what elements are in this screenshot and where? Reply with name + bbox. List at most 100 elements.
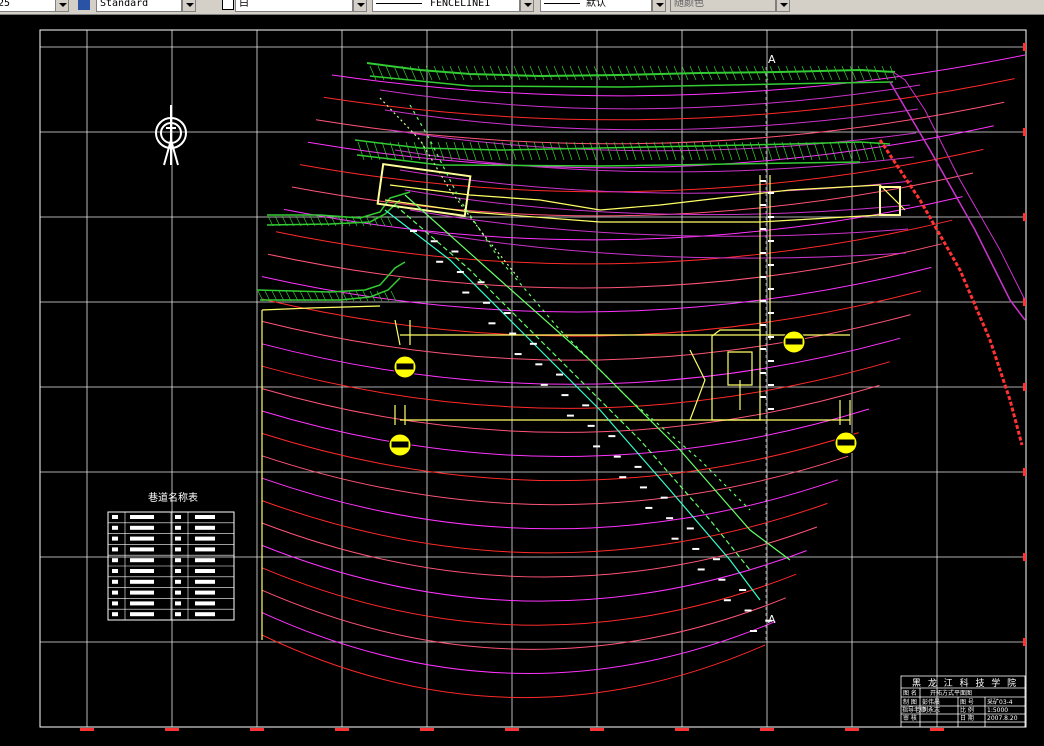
color-swatch-icon[interactable] [222, 0, 234, 10]
layer-dropdown-arrow[interactable] [55, 0, 69, 12]
scale-label: 比 例 [960, 706, 974, 714]
plotstyle-dropdown: 随颜色 [670, 0, 776, 12]
survey-mark [462, 291, 470, 294]
table-cell-index [175, 579, 181, 584]
survey-mark [768, 336, 774, 338]
table-cell-text [130, 579, 154, 584]
frame-tick-bottom [335, 728, 349, 731]
survey-mark [619, 476, 627, 479]
survey-mark [760, 180, 766, 182]
table-cell-text [195, 601, 215, 606]
lineweight-dropdown-arrow[interactable] [652, 0, 666, 12]
survey-mark [686, 527, 694, 530]
linetype-dropdown[interactable]: FENCELINE1 [372, 0, 520, 12]
survey-mark [718, 578, 726, 581]
table-cell-index [175, 536, 181, 541]
survey-mark [768, 240, 774, 242]
frame-tick-right [1023, 553, 1026, 561]
survey-mark [768, 288, 774, 290]
survey-mark [566, 414, 574, 417]
survey-mark [666, 517, 674, 520]
table-cell-text [130, 525, 154, 530]
table-cell-index [175, 612, 181, 617]
frame-tick-bottom [420, 728, 434, 731]
layer-dropdown[interactable]: 25 [0, 0, 56, 12]
section-marker-top: A [768, 53, 776, 66]
survey-mark [645, 506, 653, 509]
frame-tick-bottom [845, 728, 859, 731]
text-style-dropdown-arrow[interactable] [182, 0, 196, 12]
survey-mark [430, 240, 438, 243]
frame-tick-bottom [80, 728, 94, 731]
survey-mark [760, 396, 766, 398]
survey-mark [760, 252, 766, 254]
table-cell-text [195, 525, 215, 530]
survey-mark [561, 394, 569, 397]
table-cell-index [175, 601, 181, 606]
drawing-no: 采矿03-4 [987, 698, 1013, 706]
layer-value: 25 [0, 0, 11, 9]
scale: 1:5000 [987, 707, 1008, 714]
survey-mark [514, 353, 522, 356]
frame-tick-bottom [675, 728, 689, 731]
drawing-canvas[interactable]: A A 巷道名称表 黑 龙 江 科 技 学 院 图 名 开拓方式平面图 制 图 … [0, 15, 1044, 741]
color-dropdown-arrow[interactable] [353, 0, 367, 12]
survey-mark [768, 384, 774, 386]
survey-mark [540, 383, 548, 386]
survey-mark [739, 588, 747, 591]
frame-tick-right [1023, 383, 1026, 391]
survey-mark [503, 312, 511, 315]
reviewer-label: 审 核 [903, 714, 917, 722]
survey-mark [768, 192, 774, 194]
table-cell-index [112, 558, 118, 563]
table-cell-text [195, 569, 215, 573]
text-style-icon[interactable] [78, 0, 90, 10]
survey-mark [760, 348, 766, 350]
table-cell-index [112, 536, 118, 541]
table-cell-index [175, 515, 181, 519]
survey-mark [712, 558, 720, 561]
color-dropdown[interactable]: 白 [235, 0, 353, 12]
section-marker-bottom: A [768, 613, 776, 626]
survey-mark [760, 324, 766, 326]
table-cell-index [112, 612, 118, 617]
linetype-dropdown-arrow[interactable] [520, 0, 534, 12]
date-label: 日 期 [960, 714, 974, 722]
text-style-dropdown[interactable]: Standard [96, 0, 182, 12]
drawing-name-label: 图 名 [903, 689, 917, 697]
table-cell-text [130, 569, 154, 573]
date: 2007.8.20 [987, 715, 1018, 722]
survey-mark [768, 264, 774, 266]
table-cell-text [195, 547, 215, 552]
survey-mark [760, 276, 766, 278]
table-cell-index [175, 590, 181, 595]
survey-mark [456, 271, 464, 274]
survey-mark [723, 599, 731, 602]
survey-mark [451, 250, 459, 253]
table-cell-text [195, 558, 215, 563]
properties-toolbar: 25 Standard 白 FENCELINE1 默认 随颜色 [0, 0, 1044, 15]
table-cell-text [195, 590, 215, 595]
frame-tick-bottom [760, 728, 774, 731]
table-cell-index [112, 590, 118, 595]
survey-mark [768, 216, 774, 218]
frame-tick-bottom [250, 728, 264, 731]
table-cell-index [112, 569, 118, 573]
drafter-label: 制 图 [903, 698, 917, 706]
survey-mark [488, 322, 496, 325]
table-cell-text [195, 579, 215, 584]
lineweight-dropdown[interactable]: 默认 [540, 0, 652, 12]
table-cell-text [130, 590, 154, 595]
table-cell-text [130, 536, 154, 541]
survey-mark [634, 465, 642, 468]
table-cell-index [112, 515, 118, 519]
frame-tick-right [1023, 213, 1026, 221]
frame-tick-right [1023, 638, 1026, 646]
survey-mark [760, 204, 766, 206]
table-cell-index [112, 547, 118, 552]
table-cell-index [112, 525, 118, 530]
drawing-no-label: 图 号 [960, 699, 974, 706]
frame-tick-bottom [590, 728, 604, 731]
table-cell-index [175, 525, 181, 530]
survey-mark [660, 496, 668, 499]
